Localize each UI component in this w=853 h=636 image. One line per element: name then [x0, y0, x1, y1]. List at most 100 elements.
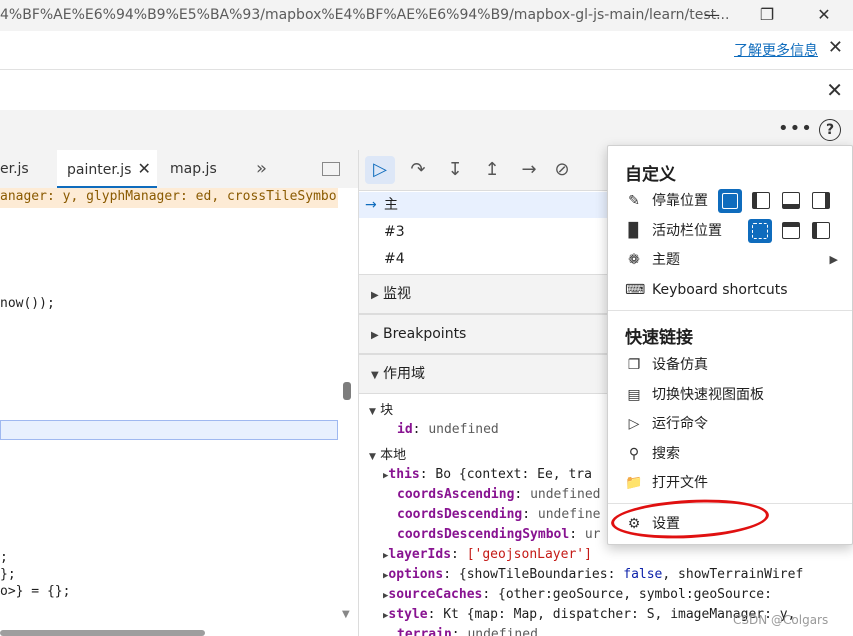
menu-item-theme[interactable]: ❁ 主题 ▶ [608, 245, 852, 275]
undock-icon [722, 193, 738, 209]
scope-property[interactable]: ▶options: {showTileBoundaries: false, sh… [383, 567, 803, 582]
menu-item-label: 主题 [652, 252, 680, 268]
dock-side-row: ✎ 停靠位置 [608, 186, 852, 216]
more-options-icon[interactable]: ••• [778, 118, 813, 139]
scope-property[interactable]: ▶this: Bo {context: Ee, tra [383, 467, 592, 482]
step-into-icon[interactable]: ↧ [444, 159, 466, 181]
submenu-arrow-icon: ▶ [829, 253, 838, 266]
dock-left-option[interactable] [752, 192, 770, 209]
tab-label: painter.js [67, 162, 132, 178]
scope-property[interactable]: coordsDescending: undefine [397, 507, 601, 522]
tab-file[interactable]: er.js [0, 150, 29, 186]
window-title-bar: 4%BF%AE%E6%94%B9%E5%BA%93/mapbox%E4%BF%A… [0, 0, 853, 31]
dock-right-option[interactable] [812, 192, 830, 209]
menu-item-search[interactable]: ⚲ 搜索 [608, 439, 852, 469]
restore-icon[interactable]: ❐ [753, 4, 781, 26]
scope-property[interactable]: id: undefined [397, 422, 499, 437]
activity-bar-horizontal-option[interactable] [748, 219, 772, 243]
resume-icon[interactable]: ▷ [365, 156, 395, 184]
frame-label: #4 [384, 251, 405, 267]
menu-item-quick-view[interactable]: ▤ 切换快速视图面板 [608, 380, 852, 410]
property-value: false [623, 567, 663, 582]
section-title: 作用域 [383, 366, 425, 382]
menu-item-run-command[interactable]: ▷ 运行命令 [608, 409, 852, 439]
horizontal-scrollbar-thumb[interactable] [0, 630, 205, 636]
tab-painter-js[interactable]: painter.js ✕ [57, 150, 157, 188]
collapsed-arrow-icon: ▶ [371, 330, 379, 341]
devtools-header-bar: ✕ [0, 70, 853, 111]
menu-item-label: 活动栏位置 [652, 223, 722, 239]
scope-property[interactable]: ▶layerIds: ['geojsonLayer'] [383, 547, 592, 562]
property-key: coordsAscending [397, 487, 515, 502]
more-tabs-icon[interactable]: » [256, 150, 267, 186]
menu-item-label: 打开文件 [652, 475, 708, 491]
menu-item-label: 切换快速视图面板 [652, 387, 764, 403]
property-value: {other:geoSource, symbol:geoSource: [498, 587, 772, 602]
toggle-panel-icon[interactable] [322, 162, 340, 176]
undock-option[interactable] [718, 189, 742, 213]
property-value: {showTileBoundaries: [458, 567, 624, 582]
scope-label: 本地 [380, 448, 407, 463]
scroll-down-icon[interactable]: ▼ [342, 609, 350, 620]
code-line: now()); [0, 296, 55, 311]
code-line: }; [0, 567, 16, 582]
property-key: layerIds [388, 547, 452, 562]
property-key: id [397, 422, 413, 437]
current-frame-arrow-icon: → [365, 197, 377, 213]
help-icon[interactable]: ? [819, 119, 841, 141]
step-icon[interactable]: → [518, 159, 540, 181]
activity-bar-left-option[interactable] [812, 222, 830, 239]
menu-divider [608, 310, 852, 311]
property-value: ['geojsonLayer'] [466, 547, 592, 562]
property-value: ur [584, 527, 601, 542]
dock-bottom-option[interactable] [782, 192, 800, 209]
property-key: sourceCaches [388, 587, 483, 602]
scope-property[interactable]: terrain: undefined [397, 627, 538, 636]
menu-item-keyboard-shortcuts[interactable]: ⌨ Keyboard shortcuts [608, 275, 852, 305]
menu-item-label: 停靠位置 [652, 193, 708, 209]
vertical-scrollbar-thumb[interactable] [343, 382, 351, 400]
scope-local-node[interactable]: ▼ 本地 [369, 444, 406, 463]
keyboard-icon: ⌨ [625, 282, 646, 298]
page-url: 4%BF%AE%E6%94%B9%E5%BA%93/mapbox%E4%BF%A… [0, 7, 730, 23]
property-value: undefine [537, 507, 601, 522]
learn-more-link[interactable]: 了解更多信息 [734, 40, 818, 60]
window-close-icon[interactable]: ✕ [810, 4, 838, 26]
play-icon: ▷ [628, 416, 640, 432]
frame-label: #3 [384, 224, 405, 240]
step-over-icon[interactable]: ↷ [407, 159, 429, 181]
deactivate-breakpoints-icon[interactable]: ⊘ [551, 159, 573, 181]
activity-bar-top-option[interactable] [782, 222, 800, 239]
device-icon: ❐ [627, 357, 641, 373]
step-out-icon[interactable]: ↥ [481, 159, 503, 181]
code-editor[interactable]: anager: y, glyphManager: ed, crossTileSy… [0, 188, 358, 636]
close-tab-icon[interactable]: ✕ [137, 159, 150, 178]
property-key: coordsDescendingSymbol [397, 527, 570, 542]
section-title: 监视 [383, 286, 411, 302]
code-line: o>} = {}; [0, 584, 71, 599]
search-icon: ⚲ [628, 446, 640, 462]
scope-block-node[interactable]: ▼ 块 [369, 399, 393, 418]
menu-item-open-file[interactable]: 📁 打开文件 [608, 468, 852, 498]
minimize-icon[interactable]: — [698, 4, 726, 26]
property-value: undefined [428, 422, 499, 437]
scope-property[interactable]: ▶sourceCaches: {other:geoSource, symbol:… [383, 587, 772, 602]
tab-map-js[interactable]: map.js [170, 150, 217, 186]
horizontal-bar-icon [752, 223, 768, 239]
quick-view-icon: ▤ [627, 387, 641, 403]
quicklinks-header: 快速链接 [625, 328, 693, 348]
code-line: anager: y, glyphManager: ed, crossTileSy… [0, 189, 337, 204]
selected-line [0, 420, 338, 440]
close-icon[interactable]: ✕ [828, 37, 843, 58]
scope-property[interactable]: coordsDescendingSymbol: ur [397, 527, 601, 542]
frame-label: 主 [384, 197, 398, 213]
info-bar: 了解更多信息 ✕ [0, 31, 853, 70]
scope-property[interactable]: coordsAscending: undefined [397, 487, 601, 502]
property-key: terrain [397, 627, 452, 636]
editor-tab-strip: er.js painter.js ✕ map.js » [0, 150, 358, 189]
collapsed-arrow-icon: ▶ [371, 290, 379, 301]
close-devtools-icon[interactable]: ✕ [826, 78, 843, 102]
property-key: this [388, 467, 420, 482]
palette-icon: ❁ [628, 252, 640, 268]
menu-item-device-emulation[interactable]: ❐ 设备仿真 [608, 350, 852, 380]
